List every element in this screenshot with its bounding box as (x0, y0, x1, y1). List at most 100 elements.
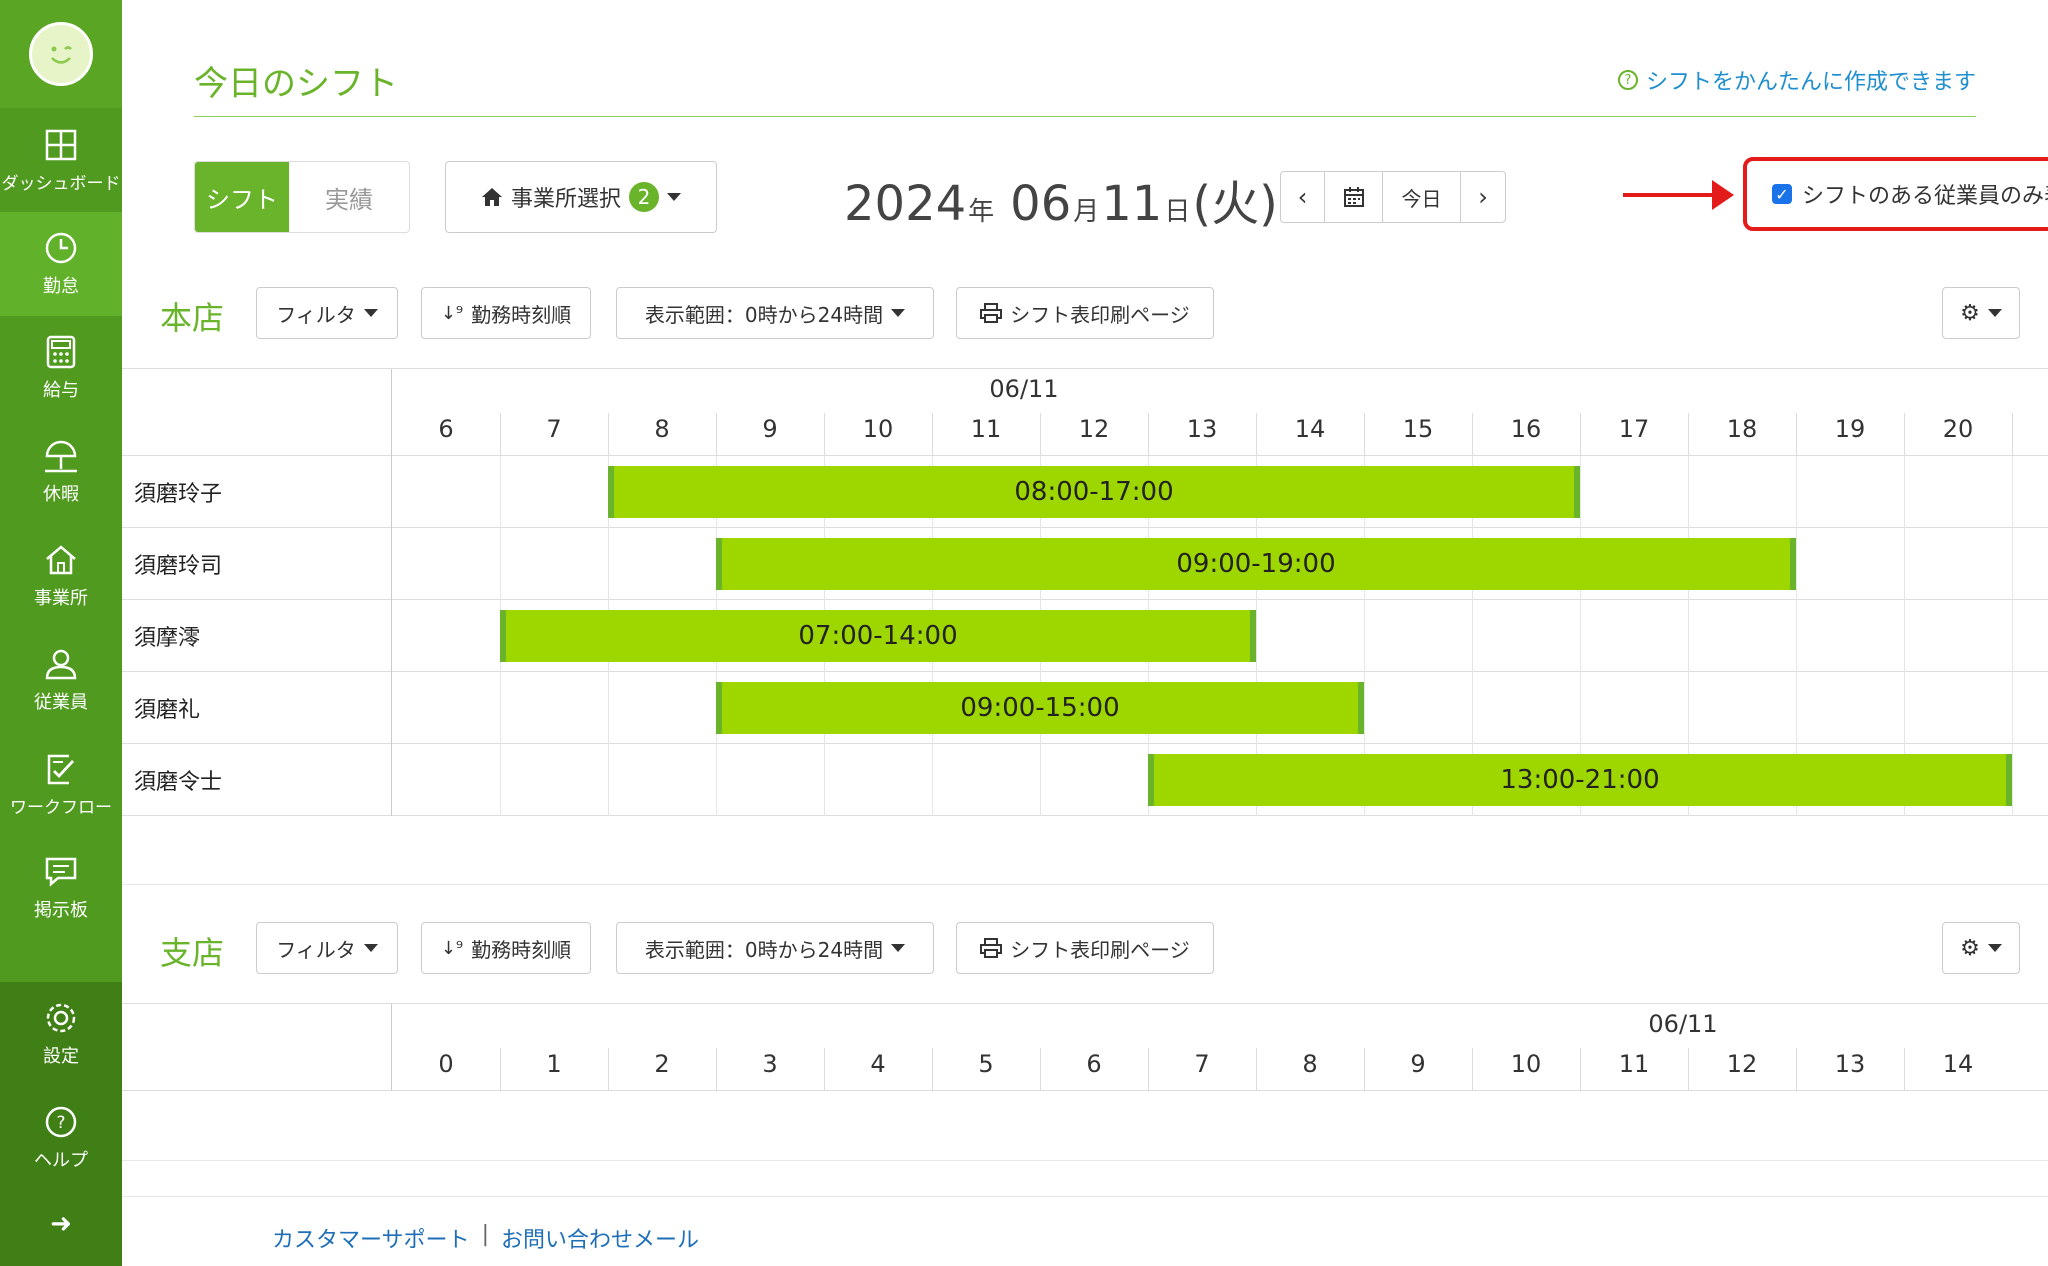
filter-button[interactable]: フィルタ (256, 287, 398, 339)
office-count-badge: 2 (629, 182, 659, 212)
sidebar-item-help[interactable]: ? ヘルプ (0, 1086, 122, 1190)
only-with-shifts-checkbox[interactable]: ✓ (1771, 184, 1792, 204)
footer-separator: | (481, 1222, 489, 1247)
calendar-icon (1343, 187, 1364, 207)
hour-grid-line (1904, 528, 1905, 600)
print-label: シフト表印刷ページ (1010, 937, 1190, 962)
hour-label: 19 (1834, 415, 1866, 443)
hour-grid-line (1796, 456, 1797, 528)
sidebar-item-board[interactable]: 掲示板 (0, 836, 122, 940)
shift-bar[interactable]: 09:00-19:00 (716, 538, 1796, 590)
today-button[interactable]: 今日 (1383, 172, 1461, 222)
smiley-icon (51, 46, 72, 64)
sort-label: 勤務時刻順 (471, 302, 572, 327)
next-day-button[interactable]: › (1461, 172, 1505, 222)
grid-header: 06/11 678910111213141516171819202 (122, 368, 2048, 456)
sidebar-item-office[interactable]: 事業所 (0, 524, 122, 628)
employee-name[interactable]: 須磨玲子 (134, 476, 222, 508)
hour-grid-line (1688, 672, 1689, 744)
hour-divider (608, 413, 609, 456)
prev-day-button[interactable]: ‹ (1281, 172, 1325, 222)
hour-divider (1472, 1048, 1473, 1091)
hour-grid-line (1256, 600, 1257, 672)
chevron-down-icon (1987, 309, 2002, 317)
calculator-icon (46, 335, 76, 369)
hour-label: 11 (970, 415, 1002, 443)
tab-shift[interactable]: シフト (195, 162, 289, 232)
employee-name[interactable]: 須磨玲司 (134, 548, 222, 580)
sidebar-item-attendance[interactable]: 勤怠 (0, 212, 122, 316)
date-month: 06 (1010, 176, 1072, 232)
sidebar-item-workflow[interactable]: ワークフロー (0, 732, 122, 836)
hour-divider (824, 1048, 825, 1091)
sidebar-item-dashboard[interactable]: ダッシュボード (0, 108, 122, 212)
hour-grid-line (608, 528, 609, 600)
hour-label: 13 (1186, 415, 1218, 443)
sidebar-item-payroll[interactable]: 給与 (0, 316, 122, 420)
date-year: 2024 (844, 176, 967, 232)
employee-name[interactable]: 須摩澪 (134, 620, 200, 652)
hour-label: 12 (1726, 1050, 1758, 1078)
help-link[interactable]: ? シフトをかんたんに作成できます (1617, 64, 1976, 96)
hour-label: 20 (1942, 415, 1974, 443)
calendar-button[interactable] (1325, 172, 1383, 222)
shift-bar[interactable]: 07:00-14:00 (500, 610, 1256, 662)
settings-dropdown-button[interactable]: ⚙ (1942, 287, 2020, 339)
hour-grid-line (1580, 600, 1581, 672)
sort-button[interactable]: ↓⁹ 勤務時刻順 (421, 922, 591, 974)
settings-dropdown-button[interactable]: ⚙ (1942, 922, 2020, 974)
hour-label: 12 (1078, 415, 1110, 443)
store-name: 支店 (160, 934, 225, 972)
print-button[interactable]: シフト表印刷ページ (956, 922, 1214, 974)
range-label: 表示範囲：0時から24時間 (644, 937, 884, 962)
sidebar-item-settings[interactable]: 設定 (0, 982, 122, 1086)
hour-label: 5 (978, 1050, 994, 1078)
hour-grid-line (1796, 528, 1797, 600)
range-button[interactable]: 表示範囲：0時から24時間 (616, 287, 934, 339)
date-month-unit: 月 (1073, 197, 1100, 227)
sidebar-item-employees[interactable]: 従業員 (0, 628, 122, 732)
store-header: 支店 フィルタ ↓⁹ 勤務時刻順 表示範囲：0時から24時間 シフト表印刷ページ … (122, 922, 2048, 978)
shift-bar[interactable]: 13:00-21:00 (1148, 754, 2012, 806)
hour-label: 14 (1294, 415, 1326, 443)
tab-actual[interactable]: 実績 (289, 162, 409, 232)
employee-name[interactable]: 須磨礼 (134, 692, 200, 724)
shift-bar[interactable]: 09:00-15:00 (716, 682, 1364, 734)
svg-text:?: ? (56, 1113, 65, 1133)
range-button[interactable]: 表示範囲：0時から24時間 (616, 922, 934, 974)
clock-icon (45, 232, 77, 264)
hour-divider (1364, 413, 1365, 456)
shift-bar[interactable]: 08:00-17:00 (608, 466, 1580, 518)
hour-divider (716, 413, 717, 456)
sort-button[interactable]: ↓⁹ 勤務時刻順 (421, 287, 591, 339)
customer-support-link[interactable]: カスタマーサポート (272, 1222, 470, 1254)
filter-label: フィルタ (276, 937, 356, 962)
arrow-right-icon: ➜ (50, 1209, 72, 1239)
print-button[interactable]: シフト表印刷ページ (956, 287, 1214, 339)
hour-grid-line (1472, 600, 1473, 672)
checklist-icon (47, 754, 75, 784)
contact-mail-link[interactable]: お問い合わせメール (501, 1222, 699, 1254)
hour-label: 6 (1086, 1050, 1102, 1078)
hour-label: 15 (1402, 415, 1434, 443)
office-select-label: 事業所選択 (510, 187, 621, 212)
hour-grid-line (2012, 456, 2013, 528)
office-select-button[interactable]: 事業所選択 2 (445, 161, 717, 233)
sidebar-expand-button[interactable]: ➜ (0, 1204, 122, 1244)
sidebar-item-leave[interactable]: 休暇 (0, 420, 122, 524)
main-content: 今日のシフト ? シフトをかんたんに作成できます シフト 実績 事業所選択 2 … (122, 0, 2048, 1266)
only-with-shifts-toggle[interactable]: ✓ シフトのある従業員のみ表示 (1743, 157, 2048, 231)
sidebar-item-label: 事業所 (34, 588, 88, 609)
annotation-arrow-head (1712, 180, 1734, 210)
hour-divider (1040, 1048, 1041, 1091)
hour-divider (1904, 1048, 1905, 1091)
employee-name[interactable]: 須磨令士 (134, 764, 222, 796)
hour-divider (932, 413, 933, 456)
hour-grid-line (1904, 456, 1905, 528)
table-row: 須磨玲子 08:00-17:00 (122, 456, 2048, 528)
hour-grid-line (2012, 528, 2013, 600)
avatar[interactable] (29, 22, 93, 86)
filter-button[interactable]: フィルタ (256, 922, 398, 974)
printer-icon (980, 938, 1003, 958)
sidebar-bottom: 設定 ? ヘルプ ➜ (0, 982, 122, 1266)
